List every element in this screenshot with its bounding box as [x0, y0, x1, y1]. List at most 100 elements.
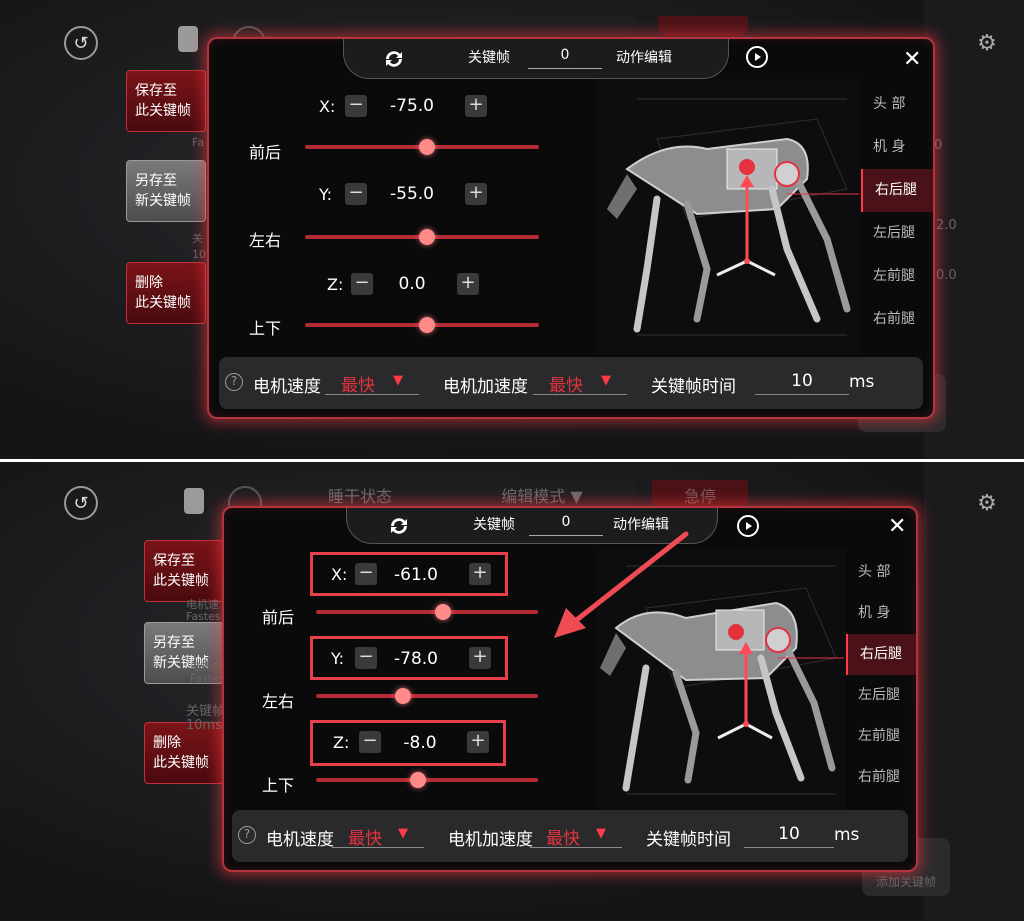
action-edit-dialog: 关键帧 0 动作编辑 ✕ X: − -61.0 + 前后 Y: − -78.0 …: [222, 506, 918, 872]
motor-accel-label: 电机加速度: [443, 377, 528, 397]
z-slider-knob[interactable]: [410, 772, 427, 788]
part-item-head[interactable]: 头 部: [861, 83, 933, 126]
y-axis-control: Y: − -78.0 +: [310, 636, 508, 680]
x-slider[interactable]: [316, 604, 538, 620]
z-plus-button[interactable]: +: [467, 731, 489, 753]
y-value: -55.0: [390, 184, 434, 204]
z-slider[interactable]: [316, 772, 538, 788]
help-icon[interactable]: ?: [238, 826, 256, 844]
ghost-text: 0: [934, 138, 943, 153]
mode-tab[interactable]: [450, 16, 634, 36]
y-plus-button[interactable]: +: [465, 183, 487, 205]
ghost-text: 2.0: [936, 218, 957, 233]
ghost-text: 10ms: [186, 718, 222, 733]
dialog-header: 关键帧 0 动作编辑: [346, 508, 718, 544]
part-item-body[interactable]: 机 身: [846, 593, 916, 634]
back-icon[interactable]: ↺: [64, 486, 98, 520]
part-item-left-rear-leg[interactable]: 左后腿: [846, 675, 916, 716]
z-letter: Z:: [327, 275, 344, 294]
part-item-right-front-leg[interactable]: 右前腿: [861, 298, 933, 341]
y-axis-label: 左右: [262, 692, 295, 711]
y-slider[interactable]: [316, 688, 538, 704]
y-slider-knob[interactable]: [394, 688, 411, 704]
z-axis-control: Z: − -8.0 +: [310, 720, 506, 766]
motor-speed-value: 最快: [348, 829, 382, 849]
x-axis-label: 前后: [262, 608, 295, 627]
trash-icon[interactable]: [184, 488, 204, 514]
x-minus-button[interactable]: −: [355, 563, 377, 585]
motor-speed-select[interactable]: 最快 ▼: [332, 822, 424, 849]
z-minus-button[interactable]: −: [351, 273, 373, 295]
part-item-left-front-leg[interactable]: 左前腿: [846, 716, 916, 757]
motor-accel-label: 电机加速度: [448, 830, 533, 850]
motor-accel-select[interactable]: 最快 ▼: [530, 822, 622, 849]
dropdown-icon: ▼: [398, 826, 408, 841]
motor-speed-select[interactable]: 最快 ▼: [325, 369, 419, 396]
y-slider[interactable]: [305, 229, 539, 245]
help-icon[interactable]: ?: [225, 373, 243, 391]
x-letter: X:: [331, 565, 348, 584]
x-slider-knob[interactable]: [434, 604, 451, 620]
z-minus-button[interactable]: −: [359, 731, 381, 753]
x-plus-button[interactable]: +: [469, 563, 491, 585]
refresh-icon[interactable]: [382, 47, 406, 71]
z-axis-label: 上下: [262, 776, 295, 795]
part-list: 头 部 机 身 右后腿 左后腿 左前腿 右前腿: [861, 83, 933, 341]
delete-keyframe-button[interactable]: 删除 此关键帧: [126, 262, 206, 324]
y-letter: Y:: [319, 185, 333, 204]
z-slider[interactable]: [305, 317, 539, 333]
z-axis-control: Z: − 0.0 +: [319, 267, 499, 303]
play-icon[interactable]: [736, 514, 760, 538]
x-slider[interactable]: [305, 139, 539, 155]
close-icon[interactable]: ✕: [888, 514, 906, 539]
gear-icon[interactable]: ⚙: [970, 486, 1004, 520]
y-axis-control: Y: − -55.0 +: [311, 177, 501, 213]
y-slider-knob[interactable]: [418, 229, 435, 245]
stop-tab[interactable]: [658, 16, 748, 36]
save-keyframe-button[interactable]: 保存至 此关键帧: [126, 70, 206, 132]
part-item-right-front-leg[interactable]: 右前腿: [846, 757, 916, 798]
back-icon[interactable]: ↺: [64, 26, 98, 60]
x-value: -75.0: [390, 96, 434, 116]
motor-settings-bar: ? 电机速度 最快 ▼ 电机加速度 最快 ▼ 关键帧时间 10 ms: [232, 810, 908, 862]
part-item-head[interactable]: 头 部: [846, 552, 916, 593]
robot-dog-image: [600, 565, 844, 795]
x-axis-control: X: − -61.0 +: [310, 552, 508, 596]
y-minus-button[interactable]: −: [355, 647, 377, 669]
y-minus-button[interactable]: −: [345, 183, 367, 205]
keyframe-time-input[interactable]: 10: [744, 822, 834, 848]
gear-icon[interactable]: ⚙: [970, 26, 1004, 60]
motor-accel-value: 最快: [549, 376, 583, 396]
save-as-keyframe-button[interactable]: 另存至 新关键帧: [126, 160, 206, 222]
part-item-right-rear-leg[interactable]: 右后腿: [861, 169, 933, 212]
x-plus-button[interactable]: +: [465, 95, 487, 117]
part-list: 头 部 机 身 右后腿 左后腿 左前腿 右前腿: [846, 552, 916, 798]
part-item-body[interactable]: 机 身: [861, 126, 933, 169]
motor-accel-select[interactable]: 最快 ▼: [533, 369, 627, 396]
motor-speed-value: 最快: [341, 376, 375, 396]
trash-icon[interactable]: [178, 26, 198, 52]
z-slider-knob[interactable]: [418, 317, 435, 333]
z-plus-button[interactable]: +: [457, 273, 479, 295]
y-plus-button[interactable]: +: [469, 647, 491, 669]
robot-3d-view[interactable]: [597, 79, 861, 355]
keyframe-input[interactable]: 0: [528, 47, 602, 69]
refresh-icon[interactable]: [387, 514, 411, 538]
play-icon[interactable]: [745, 45, 769, 69]
close-icon[interactable]: ✕: [903, 47, 921, 72]
keyframe-input[interactable]: 0: [529, 514, 603, 536]
part-item-left-rear-leg[interactable]: 左后腿: [861, 212, 933, 255]
keyframe-time-input[interactable]: 10: [755, 369, 849, 395]
z-axis-label: 上下: [249, 319, 282, 338]
action-edit-label: 动作编辑: [616, 50, 672, 66]
y-axis-label: 左右: [249, 231, 282, 250]
robot-3d-view[interactable]: [596, 548, 846, 810]
keyframe-time-unit: ms: [849, 372, 875, 392]
screenshot-bottom: ↺ ⚙ 睡干状态 编辑模式 ▼ 急停 保存至 此关键帧 另存至 新关键帧 删除 此关键…: [0, 462, 1024, 921]
x-slider-knob[interactable]: [418, 139, 435, 155]
save-keyframe-button[interactable]: 保存至 此关键帧: [144, 540, 224, 602]
x-minus-button[interactable]: −: [345, 95, 367, 117]
part-item-left-front-leg[interactable]: 左前腿: [861, 255, 933, 298]
part-item-right-rear-leg[interactable]: 右后腿: [846, 634, 916, 675]
keyframe-time-unit: ms: [834, 825, 860, 845]
